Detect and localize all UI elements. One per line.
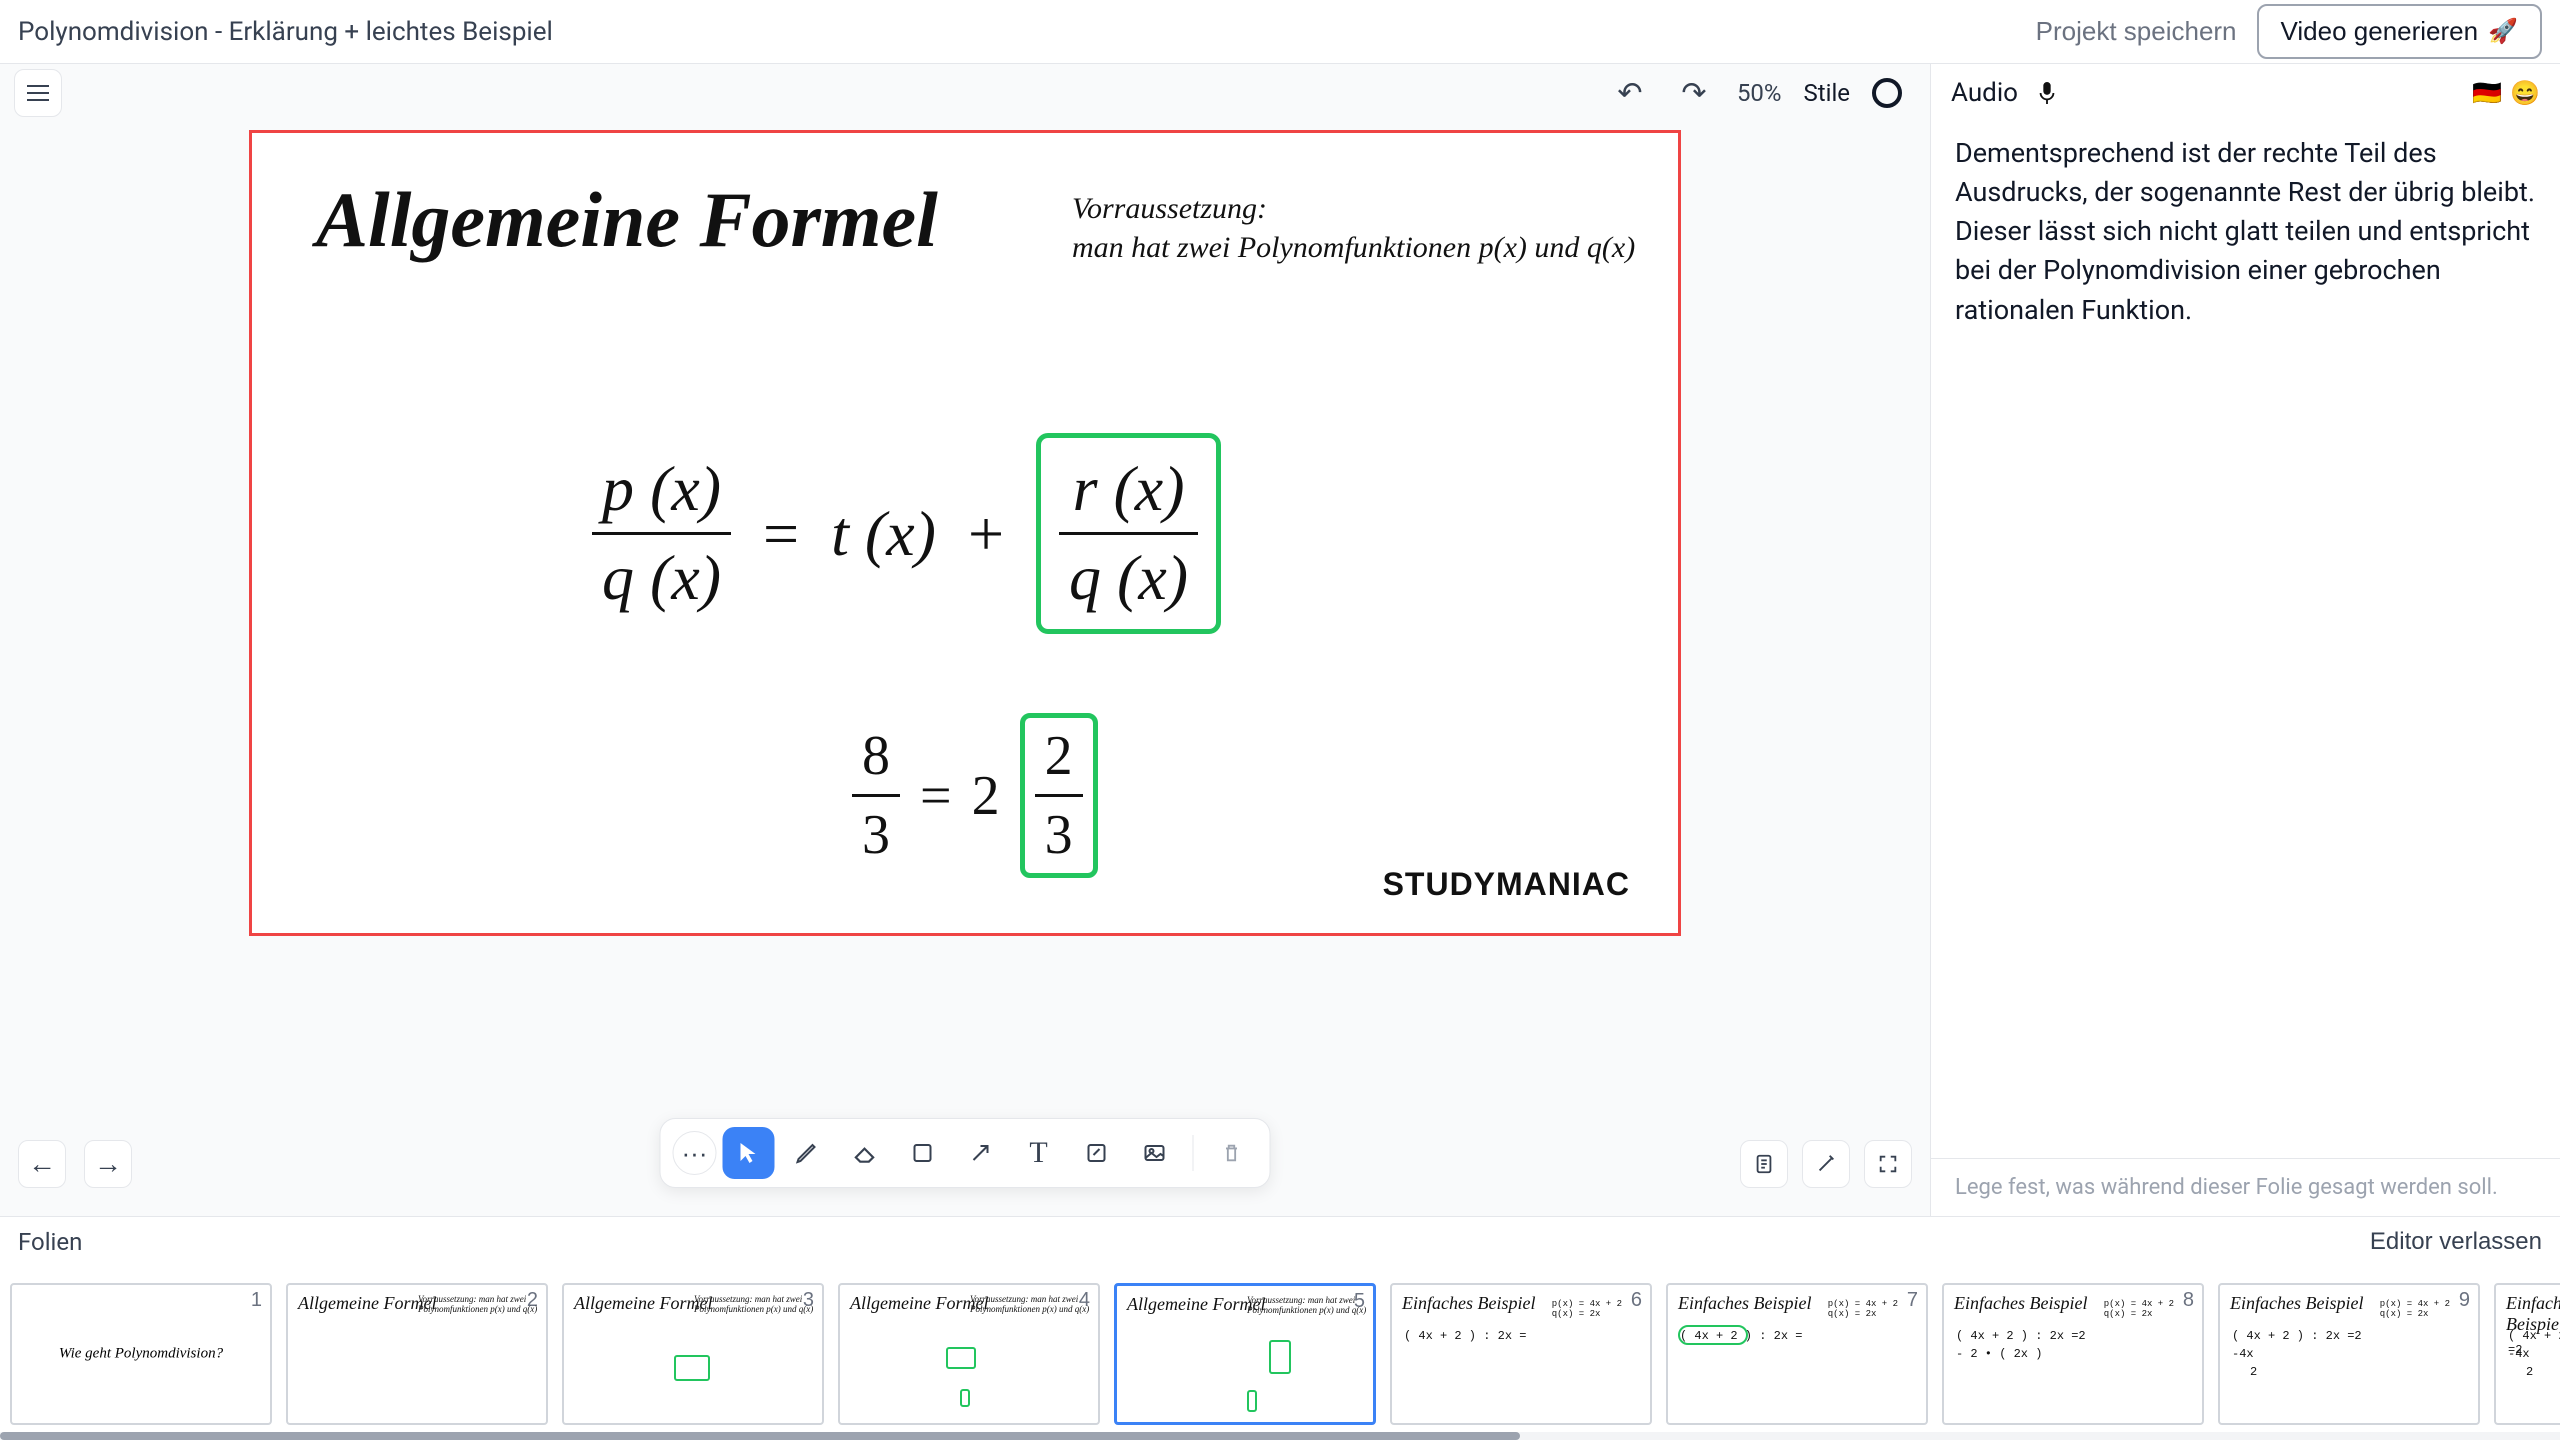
cursor-icon	[737, 1141, 761, 1165]
exit-editor-button[interactable]: Editor verlassen	[2370, 1228, 2542, 1256]
fraction-p-over-q: p (x) q (x)	[592, 452, 731, 615]
text-tool[interactable]: T	[1013, 1127, 1065, 1179]
thumbnail-7[interactable]: 7 Einfaches Beispiel ( 4x + 2 ) : 2x = p…	[1666, 1283, 1928, 1425]
app-header: Polynomdivision - Erklärung + leichtes B…	[0, 0, 2560, 64]
eraser-tool[interactable]	[839, 1127, 891, 1179]
remainder-box: r (x) q (x)	[1036, 433, 1221, 634]
eraser-icon	[852, 1140, 878, 1166]
slide-prerequisite: Vorraussetzung: man hat zwei Polynomfunk…	[1072, 189, 1635, 267]
t-of-x: t (x)	[831, 497, 936, 571]
undo-icon: ↶	[1617, 76, 1642, 111]
fraction-r-over-q: r (x) q (x)	[1059, 452, 1198, 615]
slides-label: Folien	[18, 1228, 82, 1256]
thumbnail-5[interactable]: 5 Allgemeine Formel Vorraussetzung: man …	[1114, 1283, 1376, 1425]
main-formula: p (x) q (x) = t (x) + r (x) q (x)	[592, 433, 1221, 634]
thumbnails-strip[interactable]: 1 Wie geht Polynomdivision? 2 Allgemeine…	[0, 1266, 2560, 1432]
note-tool[interactable]	[1071, 1127, 1123, 1179]
thumbnail-1[interactable]: 1 Wie geht Polynomdivision?	[10, 1283, 272, 1425]
magic-button[interactable]	[1802, 1140, 1850, 1188]
thumbnail-3[interactable]: 3 Allgemeine Formel Vorraussetzung: man …	[562, 1283, 824, 1425]
square-icon	[911, 1141, 935, 1165]
fullscreen-button[interactable]	[1864, 1140, 1912, 1188]
thumbnail-10[interactable]: Einfaches Beispiel ( 4x + 2 ) : 2x =2 -4…	[2494, 1283, 2560, 1425]
footer-row: Folien Editor verlassen	[0, 1216, 2560, 1266]
zoom-level[interactable]: 50%	[1737, 79, 1782, 107]
example-formula: 8 3 = 2 2 3	[852, 713, 1098, 878]
image-icon	[1143, 1141, 1167, 1165]
microphone-icon[interactable]	[2036, 80, 2058, 106]
generate-video-button[interactable]: Video generieren 🚀	[2257, 4, 2542, 59]
rectangle-tool[interactable]	[897, 1127, 949, 1179]
document-icon	[1753, 1153, 1775, 1175]
pencil-icon	[795, 1141, 819, 1165]
arrow-tool[interactable]	[955, 1127, 1007, 1179]
canvas-area: ↶ ↷ 50% Stile Allgemeine Formel Vorrauss…	[0, 64, 1930, 1216]
next-slide-button[interactable]: →	[84, 1140, 132, 1188]
menu-button[interactable]	[14, 69, 62, 117]
language-flags[interactable]: 🇩🇪 😄	[2472, 79, 2540, 107]
style-circle-icon[interactable]	[1872, 78, 1902, 108]
trash-icon	[1221, 1142, 1243, 1164]
styles-button-label[interactable]: Stile	[1804, 79, 1851, 107]
arrow-icon	[969, 1141, 993, 1165]
canvas-bottom-right	[1740, 1140, 1912, 1188]
slide-nav: ← →	[18, 1140, 132, 1188]
header-actions: Projekt speichern Video generieren 🚀	[2036, 4, 2542, 59]
drawing-toolbar: ··· T	[660, 1118, 1271, 1188]
redo-button[interactable]: ↷	[1673, 72, 1715, 114]
canvas-topbar: ↶ ↷ 50% Stile	[0, 64, 1930, 122]
audio-script-text[interactable]: Dementsprechend ist der rechte Teil des …	[1931, 122, 2560, 1158]
expand-icon	[1877, 1153, 1899, 1175]
brand-logo: STUDYMANIAC	[1383, 866, 1630, 903]
thumbnail-4[interactable]: 4 Allgemeine Formel Vorraussetzung: man …	[838, 1283, 1100, 1425]
select-tool[interactable]	[723, 1127, 775, 1179]
project-title: Polynomdivision - Erklärung + leichtes B…	[18, 17, 553, 47]
prev-slide-button[interactable]: ←	[18, 1140, 66, 1188]
thumbnails-scrollbar[interactable]	[0, 1432, 2560, 1440]
fraction-2-3: 2 3	[1035, 724, 1083, 867]
audio-label: Audio	[1951, 78, 2018, 108]
thumbnail-2[interactable]: 2 Allgemeine Formel Vorraussetzung: man …	[286, 1283, 548, 1425]
undo-button[interactable]: ↶	[1609, 72, 1651, 114]
save-project-button[interactable]: Projekt speichern	[2036, 16, 2237, 47]
prereq-label: Vorraussetzung:	[1072, 189, 1635, 228]
notes-button[interactable]	[1740, 1140, 1788, 1188]
audio-panel: Audio 🇩🇪 😄 Dementsprechend ist der recht…	[1930, 64, 2560, 1216]
delete-button[interactable]	[1206, 1127, 1258, 1179]
main-row: ↶ ↷ 50% Stile Allgemeine Formel Vorrauss…	[0, 64, 2560, 1216]
redo-icon: ↷	[1681, 76, 1706, 111]
thumbnail-9[interactable]: 9 Einfaches Beispiel ( 4x + 2 ) : 2x =2 …	[2218, 1283, 2480, 1425]
prereq-text: man hat zwei Polynomfunktionen p(x) und …	[1072, 228, 1635, 267]
flag-emoji-icon: 😄	[2510, 79, 2540, 107]
audio-hint: Lege fest, was während dieser Folie gesa…	[1931, 1158, 2560, 1216]
remainder-box-small: 2 3	[1020, 713, 1098, 878]
generate-video-label: Video generieren	[2281, 16, 2479, 47]
pencil-tool[interactable]	[781, 1127, 833, 1179]
more-tools-button[interactable]: ···	[673, 1131, 717, 1175]
thumbnail-8[interactable]: 8 Einfaches Beispiel ( 4x + 2 ) : 2x =2 …	[1942, 1283, 2204, 1425]
slide-frame[interactable]: Allgemeine Formel Vorraussetzung: man ha…	[249, 130, 1681, 936]
edit-square-icon	[1085, 1141, 1109, 1165]
image-tool[interactable]	[1129, 1127, 1181, 1179]
audio-header: Audio 🇩🇪 😄	[1931, 64, 2560, 122]
slide-viewport: Allgemeine Formel Vorraussetzung: man ha…	[0, 122, 1930, 1216]
wand-icon	[1815, 1153, 1837, 1175]
rocket-icon: 🚀	[2488, 17, 2518, 46]
thumbnail-6[interactable]: 6 Einfaches Beispiel ( 4x + 2 ) : 2x = p…	[1390, 1283, 1652, 1425]
hamburger-icon	[27, 85, 49, 101]
flag-de-icon: 🇩🇪	[2472, 79, 2502, 107]
topbar-right: ↶ ↷ 50% Stile	[1609, 72, 1916, 114]
fraction-8-3: 8 3	[852, 724, 900, 867]
